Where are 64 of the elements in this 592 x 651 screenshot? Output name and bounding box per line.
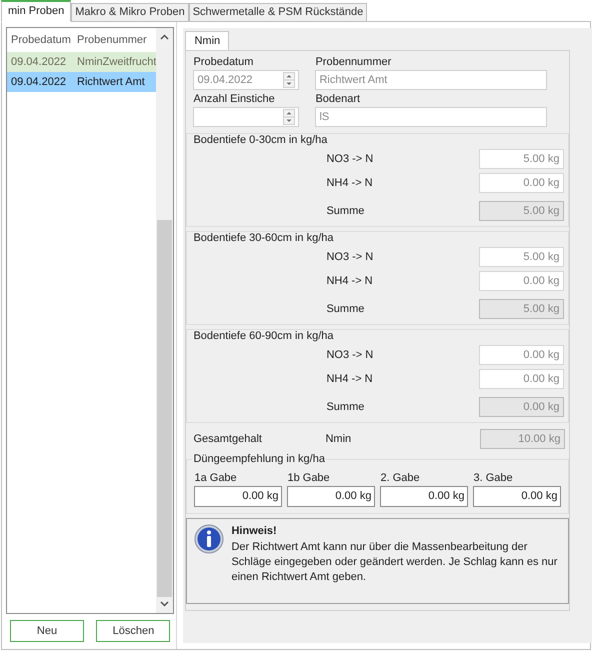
field-label: Bodenart [315,92,362,107]
value-label: NH4 -> N [326,176,374,191]
total-label: Gesamtgehalt [193,432,263,447]
table-cell-text: NminZweitfrucht [77,54,156,70]
input-field[interactable]: 0.00 kg [194,486,282,507]
spinner-field[interactable] [193,107,300,127]
input-field[interactable]: 5.00 kg [479,247,564,267]
field-label: 1a Gabe [194,471,238,486]
group-title: Düngeempfehlung in kg/ha [192,452,326,466]
value-label: NH4 -> N [326,372,374,387]
spinner-icon[interactable] [283,109,296,125]
column-header[interactable]: Probenummer [77,32,147,48]
scrollbar-thumb[interactable] [157,220,172,597]
input-field[interactable]: 0.00 kg [473,486,562,507]
field-label: Probedatum [193,55,254,70]
group-title: Bodentiefe 60-90cm in kg/ha [192,329,335,343]
action-button[interactable]: Löschen [96,620,170,642]
input-field[interactable]: 0.00 kg [380,486,468,507]
notice-title: Hinweis! [231,524,278,539]
info-icon [194,524,224,554]
action-button[interactable]: Neu [10,620,84,642]
table-cell-text: Richtwert Amt [77,74,145,90]
input-field[interactable]: 0.00 kg [479,345,564,365]
notice-text: Der Richtwert Amt kann nur über die Massenbearbeitung der Schläge eingegeben oder geändert werden. Je Schlag kann es nur einen Richtwert Amt geben. [231,540,558,584]
list-row[interactable]: 09.04.2022 NminZweitfrucht [7,52,156,72]
field-label: 1b Gabe [287,471,331,486]
input-field[interactable]: 0.00 kg [479,173,564,193]
input-field[interactable]: 0.00 kg [479,369,564,389]
tab[interactable]: Schwermetalle & PSM Rückstände [188,3,368,22]
detail-tab[interactable]: Nmin [185,31,230,50]
field-label: Anzahl Einstiche [193,92,276,107]
scroll-up-icon[interactable] [160,34,170,40]
value-label: Summe [326,204,366,219]
tab[interactable]: Makro & Mikro Proben [71,3,189,22]
total-sublabel: Nmin [325,432,352,447]
value-label: NO3 -> N [326,152,374,167]
scrollbar[interactable] [156,28,174,613]
input-field[interactable]: 5.00 kg [479,149,564,169]
text-field[interactable]: Richtwert Amt [315,70,548,90]
tab[interactable]: min Proben [1,0,72,22]
value-label: NO3 -> N [326,348,374,363]
input-field[interactable]: 0.00 kg [479,271,564,291]
value-label: Summe [326,400,366,415]
table-cell-text: 09.04.2022 [11,74,68,90]
field-label: 2. Gabe [380,471,421,486]
table-cell-text: 09.04.2022 [11,54,68,70]
spinner-field[interactable]: 09.04.2022 [193,70,300,90]
readonly-field: 10.00 kg [480,429,566,449]
field-label: 3. Gabe [473,471,514,486]
input-field[interactable]: 0.00 kg [287,486,376,507]
list-row[interactable]: 09.04.2022 Richtwert Amt [7,72,156,92]
scroll-down-icon[interactable] [160,601,170,607]
column-header[interactable]: Probedatum [11,32,77,48]
spinner-icon[interactable] [283,72,296,88]
field-label: Probennummer [315,55,392,70]
group-title: Bodentiefe 0-30cm in kg/ha [192,133,328,147]
readonly-field: 0.00 kg [479,397,564,417]
readonly-field: 5.00 kg [479,299,564,319]
value-label: Summe [326,302,366,317]
readonly-field: 5.00 kg [479,201,564,221]
value-label: NO3 -> N [326,250,374,265]
group-title: Bodentiefe 30-60cm in kg/ha [192,231,335,245]
text-field[interactable]: lS [315,107,548,127]
value-label: NH4 -> N [326,274,374,289]
